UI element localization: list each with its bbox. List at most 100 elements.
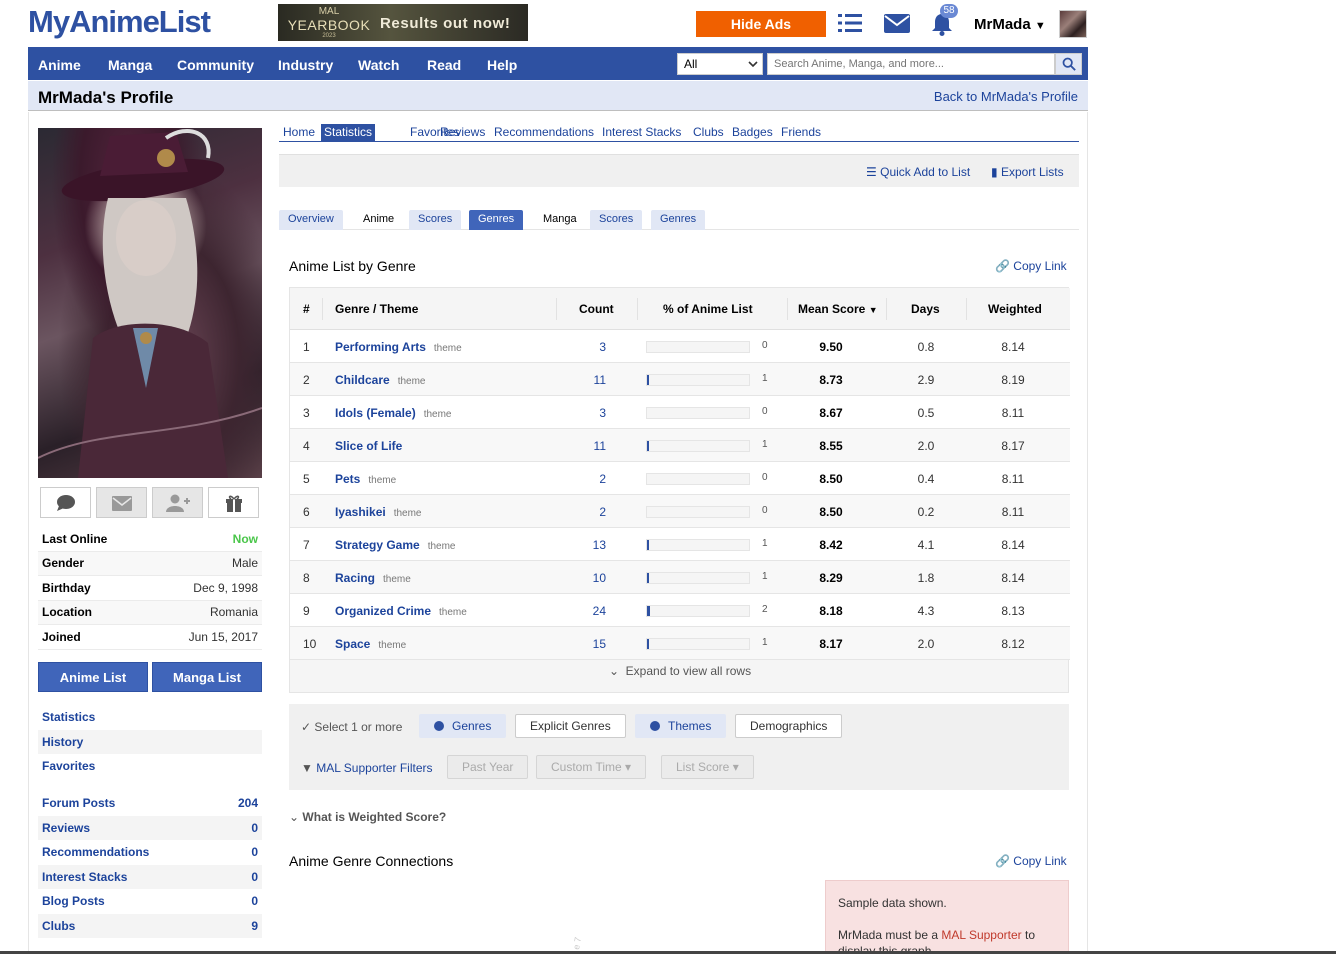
row-count[interactable]: 13	[566, 538, 606, 552]
row-count[interactable]: 2	[566, 505, 606, 519]
list-icon[interactable]	[838, 12, 862, 34]
add-friend-button[interactable]	[152, 487, 203, 518]
check-circle-icon	[434, 721, 444, 731]
user-menu[interactable]: MrMada ▼	[974, 16, 1046, 33]
recommendations-link[interactable]: Recommendations 0	[38, 840, 262, 865]
supporter-text-a: MAL Supporter Filters	[316, 761, 433, 775]
genre-link[interactable]: Strategy Game	[335, 538, 420, 552]
copy-link-genre[interactable]: 🔗 Copy Link	[995, 259, 1067, 273]
col-days[interactable]: Days	[911, 302, 940, 316]
statistics-link[interactable]: Statistics	[38, 705, 262, 730]
gift-button[interactable]	[208, 487, 259, 518]
nav-industry[interactable]: Industry	[278, 57, 333, 73]
clubs-link[interactable]: Clubs 9	[38, 913, 262, 938]
tab-statistics[interactable]: Statistics	[321, 124, 376, 141]
chevron-down-icon	[748, 61, 758, 68]
copy-link-connections[interactable]: 🔗 Copy Link	[995, 854, 1067, 868]
search-input[interactable]	[767, 53, 1055, 75]
info-value: Jun 15, 2017	[188, 629, 258, 644]
genre-link[interactable]: Racing	[335, 571, 375, 585]
tab-home[interactable]: Home	[280, 124, 318, 141]
row-count[interactable]: 3	[566, 340, 606, 354]
tab-reviews[interactable]: Reviews	[437, 124, 488, 141]
favorites-link[interactable]: Favorites	[38, 754, 262, 779]
row-count[interactable]: 11	[566, 373, 606, 387]
message-button[interactable]	[96, 487, 147, 518]
subtab-manga-scores[interactable]: Scores	[590, 210, 643, 230]
row-percent: 0	[762, 406, 768, 417]
genre-link[interactable]: Iyashikei	[335, 505, 386, 519]
search-category-select[interactable]: All	[677, 53, 763, 75]
yearbook-banner[interactable]: MAL YEARBOOK 2023 Results out now!	[278, 4, 528, 41]
row-count[interactable]: 24	[566, 604, 606, 618]
row-weighted: 8.14	[1001, 340, 1025, 354]
row-genre: Slice of Life	[335, 439, 410, 453]
manga-list-button[interactable]: Manga List	[152, 662, 262, 692]
row-count[interactable]: 15	[566, 637, 606, 651]
genre-link[interactable]: Organized Crime	[335, 604, 431, 618]
nav-community[interactable]: Community	[177, 57, 254, 73]
subtab-manga-genres[interactable]: Genres	[651, 210, 706, 230]
col-mean-score[interactable]: Mean Score ▼	[798, 302, 878, 316]
col-weighted[interactable]: Weighted	[988, 302, 1042, 316]
subtab-anime-genres[interactable]: Genres	[469, 210, 524, 230]
history-link[interactable]: History	[38, 729, 262, 754]
link-icon: 🔗	[995, 854, 1010, 868]
filter-genres[interactable]: Genres	[419, 714, 507, 738]
mal-supporter-link[interactable]: MAL Supporter	[941, 928, 1021, 942]
weighted-score-toggle[interactable]: ⌄ What is Weighted Score?	[289, 810, 446, 824]
portrait-illustration	[38, 128, 262, 478]
row-count[interactable]: 10	[566, 571, 606, 585]
filter-explicit-genres[interactable]: Explicit Genres	[515, 714, 626, 738]
hide-ads-button[interactable]: Hide Ads	[696, 11, 826, 37]
nav-help[interactable]: Help	[487, 57, 517, 73]
site-header: MyAnimeList MAL YEARBOOK 2023 Results ou…	[28, 0, 1088, 46]
col-percent[interactable]: % of Anime List	[663, 302, 753, 316]
genre-link[interactable]: Childcare	[335, 373, 390, 387]
genre-link[interactable]: Slice of Life	[335, 439, 402, 453]
genre-tag: theme	[439, 607, 467, 618]
blog-posts-link[interactable]: Blog Posts 0	[38, 889, 262, 914]
yearbook-line2: YEARBOOK	[287, 17, 371, 33]
genre-link[interactable]: Space	[335, 637, 370, 651]
nav-watch[interactable]: Watch	[358, 57, 399, 73]
row-percent: 2	[762, 604, 768, 615]
info-key: Gender	[42, 556, 85, 571]
filter-themes[interactable]: Themes	[635, 714, 727, 738]
genre-link[interactable]: Idols (Female)	[335, 406, 416, 420]
back-to-profile-link[interactable]: Back to MrMada's Profile	[934, 89, 1078, 104]
row-count[interactable]: 11	[566, 439, 606, 453]
reviews-link[interactable]: Reviews 0	[38, 815, 262, 840]
tab-badges[interactable]: Badges	[729, 124, 776, 141]
nav-anime[interactable]: Anime	[38, 57, 81, 73]
tab-clubs[interactable]: Clubs	[690, 124, 727, 141]
mail-icon[interactable]	[884, 14, 910, 33]
row-count[interactable]: 3	[566, 406, 606, 420]
expand-rows-button[interactable]: ⌄ Expand to view all rows	[290, 664, 1070, 678]
quick-add-link[interactable]: ☰ Quick Add to List	[866, 165, 970, 179]
col-genre[interactable]: Genre / Theme	[335, 302, 418, 316]
subtab-anime-scores[interactable]: Scores	[409, 210, 462, 230]
genre-link[interactable]: Pets	[335, 472, 360, 486]
row-count[interactable]: 2	[566, 472, 606, 486]
filter-demographics[interactable]: Demographics	[735, 714, 843, 738]
interest-stacks-link[interactable]: Interest Stacks 0	[38, 864, 262, 889]
site-logo[interactable]: MyAnimeList	[28, 4, 211, 40]
tab-friends[interactable]: Friends	[778, 124, 824, 141]
user-avatar[interactable]	[1059, 10, 1087, 38]
subtab-overview[interactable]: Overview	[279, 210, 343, 230]
forum-posts-link[interactable]: Forum Posts 204	[38, 791, 262, 816]
tab-interest-stacks[interactable]: Interest Stacks	[599, 124, 684, 141]
tab-recommendations[interactable]: Recommendations	[491, 124, 597, 141]
nav-manga[interactable]: Manga	[108, 57, 152, 73]
search-button[interactable]	[1055, 53, 1082, 75]
table-row: 5 Pets theme 2 0 8.50 0.4 8.11	[290, 462, 1070, 495]
genre-link[interactable]: Performing Arts	[335, 340, 426, 354]
col-count[interactable]: Count	[579, 302, 614, 316]
list-buttons: Anime List Manga List	[38, 662, 262, 692]
info-row-joined: Joined Jun 15, 2017	[38, 625, 262, 650]
export-lists-link[interactable]: ▮ Export Lists	[991, 165, 1064, 179]
nav-read[interactable]: Read	[427, 57, 461, 73]
comment-button[interactable]	[40, 487, 91, 518]
anime-list-button[interactable]: Anime List	[38, 662, 148, 692]
